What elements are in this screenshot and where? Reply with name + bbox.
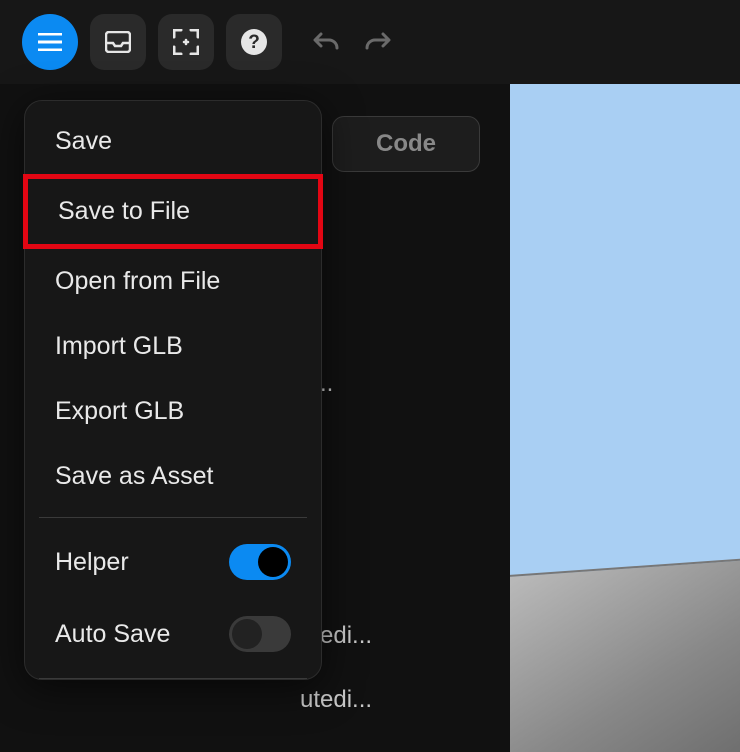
fullscreen-icon [173, 29, 199, 55]
undo-icon [313, 31, 339, 53]
menu-item-label: Save to File [58, 197, 190, 226]
menu-item-open-from-file[interactable]: Open from File [25, 249, 321, 314]
viewport-3d[interactable] [510, 84, 740, 752]
menu-item-save[interactable]: Save [25, 109, 321, 174]
help-button[interactable]: ? [226, 14, 282, 70]
toggle-helper[interactable] [229, 544, 291, 580]
toggle-knob [232, 619, 262, 649]
menu-item-label: Auto Save [55, 620, 170, 649]
menu-item-import-glb[interactable]: Import GLB [25, 314, 321, 379]
toggle-knob [258, 547, 288, 577]
content-line: utedi... [300, 686, 372, 714]
undo-button[interactable] [312, 28, 340, 56]
redo-button[interactable] [364, 28, 392, 56]
inbox-icon [105, 31, 131, 53]
hamburger-icon [38, 33, 62, 51]
history-controls [312, 28, 392, 56]
toggle-auto-save[interactable] [229, 616, 291, 652]
inbox-button[interactable] [90, 14, 146, 70]
help-icon: ? [240, 28, 268, 56]
menu-item-label: Import GLB [55, 332, 183, 361]
menu-item-save-as-asset[interactable]: Save as Asset [25, 444, 321, 509]
file-menu-dropdown: Save Save to File Open from File Import … [24, 100, 322, 680]
menu-divider [39, 678, 307, 679]
menu-item-label: Export GLB [55, 397, 184, 426]
menu-divider [39, 517, 307, 518]
menu-item-label: Open from File [55, 267, 220, 296]
fullscreen-button[interactable] [158, 14, 214, 70]
toolbar: ? [0, 0, 740, 84]
svg-text:?: ? [248, 32, 260, 53]
menu-item-label: Save as Asset [55, 462, 213, 491]
menu-item-label: Save [55, 127, 112, 156]
menu-item-label: Helper [55, 548, 129, 577]
viewport-ground [510, 548, 740, 752]
redo-icon [365, 31, 391, 53]
menu-item-export-glb[interactable]: Export GLB [25, 379, 321, 444]
menu-button[interactable] [22, 14, 78, 70]
menu-item-save-to-file[interactable]: Save to File [23, 174, 323, 249]
menu-item-helper[interactable]: Helper [25, 526, 321, 598]
tab-code[interactable]: Code [332, 116, 480, 172]
menu-item-auto-save[interactable]: Auto Save [25, 598, 321, 670]
